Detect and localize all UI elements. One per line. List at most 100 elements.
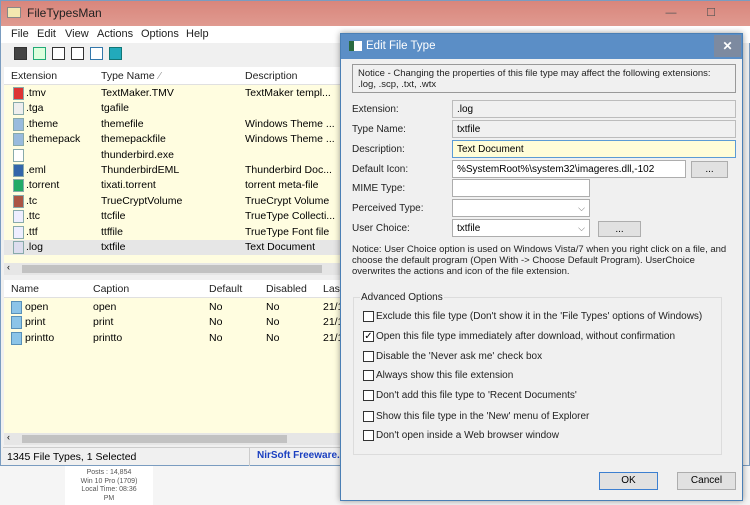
menu-options[interactable]: Options: [141, 28, 179, 40]
actions-horizontal-scrollbar[interactable]: ‹: [4, 432, 341, 445]
default-icon-label: Default Icon:: [352, 164, 409, 175]
option-checkbox[interactable]: [363, 430, 374, 441]
file-types-list[interactable]: Extension Type Name ⁄ Description .tmv T…: [4, 67, 341, 263]
action-last: 21/1: [323, 331, 341, 344]
extension-cell: .tc: [26, 194, 38, 207]
description-cell: TextMaker templ...: [245, 87, 331, 99]
list-item[interactable]: .tga tgafile: [4, 101, 341, 116]
horizontal-scrollbar[interactable]: ‹: [4, 262, 341, 275]
col-disabled[interactable]: Disabled: [266, 283, 307, 295]
file-type-icon: [13, 133, 24, 147]
file-type-icon: [13, 164, 24, 177]
list-item[interactable]: .torrent tixati.torrent torrent meta-fil…: [4, 178, 341, 193]
action-last: 21/1: [323, 301, 341, 313]
properties-icon[interactable]: [71, 47, 84, 60]
col-caption[interactable]: Caption: [93, 283, 129, 295]
mime-field[interactable]: [452, 179, 590, 197]
mime-label: MIME Type:: [352, 183, 406, 194]
exit-icon[interactable]: [109, 47, 122, 60]
list-item[interactable]: .theme themefile Windows Theme ...: [4, 117, 341, 132]
col-description[interactable]: Description: [245, 70, 298, 82]
col-default[interactable]: Default: [209, 283, 242, 295]
action-caption: open: [93, 301, 117, 313]
col-name[interactable]: Name: [11, 283, 39, 295]
refresh-icon[interactable]: [33, 47, 46, 60]
action-row[interactable]: printto printto No No 21/1: [4, 331, 341, 346]
menu-edit[interactable]: Edit: [37, 28, 56, 40]
menu-view[interactable]: View: [65, 28, 89, 40]
description-field[interactable]: Text Document: [452, 140, 736, 158]
extension-cell: .log: [26, 241, 43, 253]
browse-icon-button[interactable]: ...: [691, 161, 728, 178]
option-label[interactable]: Open this file type immediately after do…: [376, 331, 675, 342]
description-cell: Text Document: [245, 241, 316, 253]
option-checkbox[interactable]: [363, 411, 374, 422]
extension-cell: .ttf: [26, 225, 38, 238]
menu-file[interactable]: File: [11, 28, 29, 40]
status-text: 1345 File Types, 1 Selected: [7, 451, 137, 463]
copy-icon[interactable]: [52, 47, 65, 60]
perceived-type-select[interactable]: ⌵: [452, 199, 590, 217]
user-choice-select[interactable]: txtfile ⌵: [452, 219, 590, 237]
option-label[interactable]: Don't open inside a Web browser window: [376, 430, 559, 441]
option-label[interactable]: Disable the 'Never ask me' check box: [376, 351, 542, 362]
option-label[interactable]: Always show this file extension: [376, 370, 513, 381]
action-disabled: No: [266, 316, 280, 329]
col-type-name[interactable]: Type Name: [101, 70, 155, 82]
list-item[interactable]: .eml ThunderbirdEML Thunderbird Doc...: [4, 163, 341, 178]
list-item[interactable]: .themepack themepackfile Windows Theme .…: [4, 132, 341, 147]
edit-file-type-dialog: Edit File Type ✕ Notice - Changing the p…: [340, 33, 743, 501]
maximize-button[interactable]: ☐: [696, 3, 726, 23]
save-icon[interactable]: [14, 47, 27, 60]
col-extension[interactable]: Extension: [11, 70, 57, 82]
type-name-field[interactable]: txtfile: [452, 120, 736, 138]
option-label[interactable]: Exclude this file type (Don't show it in…: [376, 311, 702, 322]
list-item[interactable]: .tc TrueCryptVolume TrueCrypt Volume: [4, 194, 341, 209]
type-name-cell: TrueCryptVolume: [101, 194, 183, 207]
ok-button[interactable]: OK: [599, 472, 658, 490]
action-default: No: [209, 331, 223, 344]
list-item[interactable]: .ttf ttffile TrueType Font file: [4, 225, 341, 240]
list-header: Extension Type Name ⁄ Description: [4, 67, 341, 85]
find-icon[interactable]: [90, 47, 103, 60]
actions-list[interactable]: Name Caption Default Disabled Last open …: [4, 280, 341, 433]
default-icon-field[interactable]: %SystemRoot%\system32\imageres.dll,-102: [452, 160, 686, 178]
cancel-button[interactable]: Cancel: [677, 472, 736, 490]
action-row[interactable]: open open No No 21/1: [4, 300, 341, 315]
type-name-cell: thunderbird.exe: [101, 148, 174, 161]
local-time-pm: PM: [103, 494, 115, 502]
option-label[interactable]: Show this file type in the 'New' menu of…: [376, 411, 589, 422]
type-name-cell: ttcfile: [101, 210, 126, 223]
file-type-icon: [13, 148, 24, 162]
description-cell: TrueType Font file: [245, 225, 330, 238]
list-item[interactable]: .ttc ttcfile TrueType Collecti...: [4, 209, 341, 224]
option-label[interactable]: Don't add this file type to 'Recent Docu…: [376, 390, 577, 401]
action-row[interactable]: print print No No 21/1: [4, 315, 341, 330]
menu-help[interactable]: Help: [186, 28, 209, 40]
extension-field[interactable]: .log: [452, 100, 736, 118]
minimize-button[interactable]: —: [656, 3, 686, 23]
toolbar: [1, 43, 341, 65]
option-checkbox[interactable]: [363, 311, 374, 322]
file-type-icon: [13, 87, 24, 100]
action-name: printto: [25, 331, 55, 344]
extension-cell: .torrent: [26, 179, 60, 192]
posts-count: Posts : 14,854: [86, 469, 132, 476]
close-button[interactable]: ✕: [714, 35, 741, 57]
col-last[interactable]: Last: [323, 283, 341, 295]
os-info: Win 10 Pro (1709): [80, 477, 138, 485]
list-item[interactable]: .log txtfile Text Document: [4, 240, 341, 256]
option-checkbox[interactable]: [363, 390, 374, 401]
option-checkbox[interactable]: [363, 370, 374, 381]
menu-actions[interactable]: Actions: [97, 28, 133, 40]
action-icon: [11, 316, 22, 330]
nirsoft-link[interactable]: NirSoft Freeware.: [257, 450, 340, 461]
list-item[interactable]: .tmv TextMaker.TMV TextMaker templ...: [4, 86, 341, 101]
user-choice-browse-button[interactable]: ...: [598, 221, 641, 237]
extension-cell: .tmv: [26, 87, 46, 99]
option-checkbox[interactable]: ✓: [363, 331, 374, 342]
description-cell: TrueCrypt Volume: [245, 194, 330, 207]
advanced-options-title: Advanced Options: [360, 292, 444, 303]
list-item[interactable]: thunderbird.exe: [4, 148, 341, 163]
option-checkbox[interactable]: [363, 351, 374, 362]
